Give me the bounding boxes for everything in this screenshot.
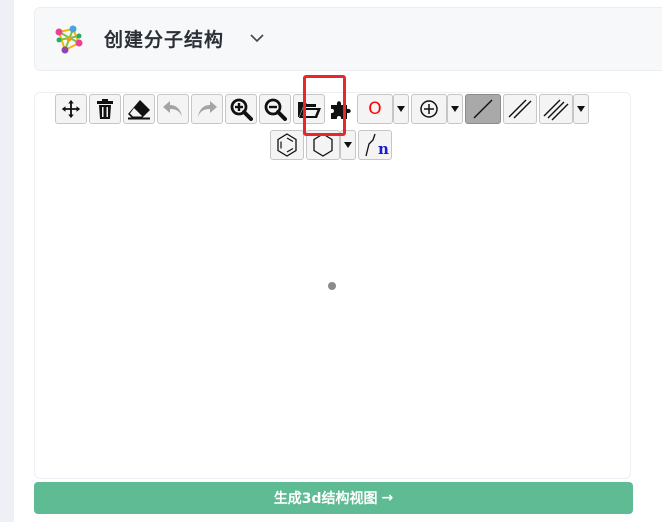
triple-bond-button[interactable] — [539, 94, 573, 124]
bond-dropdown-button[interactable] — [573, 94, 589, 124]
page-title: 创建分子结构 — [104, 29, 225, 51]
arrow-right-icon: → — [381, 490, 394, 506]
zoom-in-icon — [230, 98, 253, 121]
move-icon — [61, 99, 81, 119]
element-button[interactable]: O — [357, 94, 393, 124]
generate-button-label: 生成3d结构视图 — [273, 491, 378, 507]
element-label: O — [368, 99, 382, 119]
element-dropdown-button[interactable] — [393, 94, 409, 124]
undo-icon — [163, 101, 182, 117]
redo-icon — [198, 101, 217, 117]
zoom-out-icon — [264, 98, 287, 121]
zoom-out-button[interactable] — [259, 94, 291, 124]
ring-dropdown-button[interactable] — [340, 130, 356, 160]
double-bond-button[interactable] — [503, 94, 537, 124]
eraser-icon — [128, 100, 150, 120]
template-button[interactable] — [327, 94, 355, 124]
editor-toolbar-row-2: n — [270, 130, 394, 160]
caret-down-icon — [451, 106, 459, 112]
chain-label: n — [378, 140, 389, 158]
trash-icon — [97, 99, 113, 119]
zoom-in-button[interactable] — [225, 94, 257, 124]
open-file-button[interactable] — [293, 94, 325, 124]
chain-icon — [365, 133, 376, 157]
folder-open-icon — [298, 102, 321, 118]
erase-button[interactable] — [123, 94, 155, 124]
generate-3d-view-button[interactable]: 生成3d结构视图 → — [34, 482, 633, 514]
molecule-logo-icon — [53, 24, 85, 56]
caret-down-icon — [397, 106, 405, 112]
chevron-down-icon[interactable] — [249, 30, 265, 46]
redo-button[interactable] — [191, 94, 223, 124]
puzzle-icon — [331, 101, 351, 119]
single-bond-icon — [473, 99, 493, 119]
benzene-button[interactable] — [270, 130, 304, 160]
undo-button[interactable] — [157, 94, 189, 124]
charge-dropdown-button[interactable] — [447, 94, 463, 124]
page-header: 创建分子结构 — [34, 7, 662, 71]
hexagon-icon — [313, 133, 333, 157]
benzene-icon — [277, 133, 297, 157]
single-bond-button[interactable] — [465, 94, 501, 124]
chain-button[interactable]: n — [358, 130, 392, 160]
canvas-cursor-dot — [328, 282, 336, 290]
triple-bond-icon — [543, 99, 569, 121]
caret-down-icon — [577, 106, 585, 112]
ring-button[interactable] — [306, 130, 340, 160]
double-bond-icon — [508, 99, 532, 119]
left-sidebar-strip — [0, 0, 14, 522]
circle-plus-icon — [420, 100, 438, 118]
clear-button[interactable] — [89, 94, 121, 124]
editor-toolbar-row-1: O — [55, 94, 591, 124]
caret-down-icon — [344, 142, 352, 148]
charge-button[interactable] — [411, 94, 447, 124]
move-tool-button[interactable] — [55, 94, 87, 124]
